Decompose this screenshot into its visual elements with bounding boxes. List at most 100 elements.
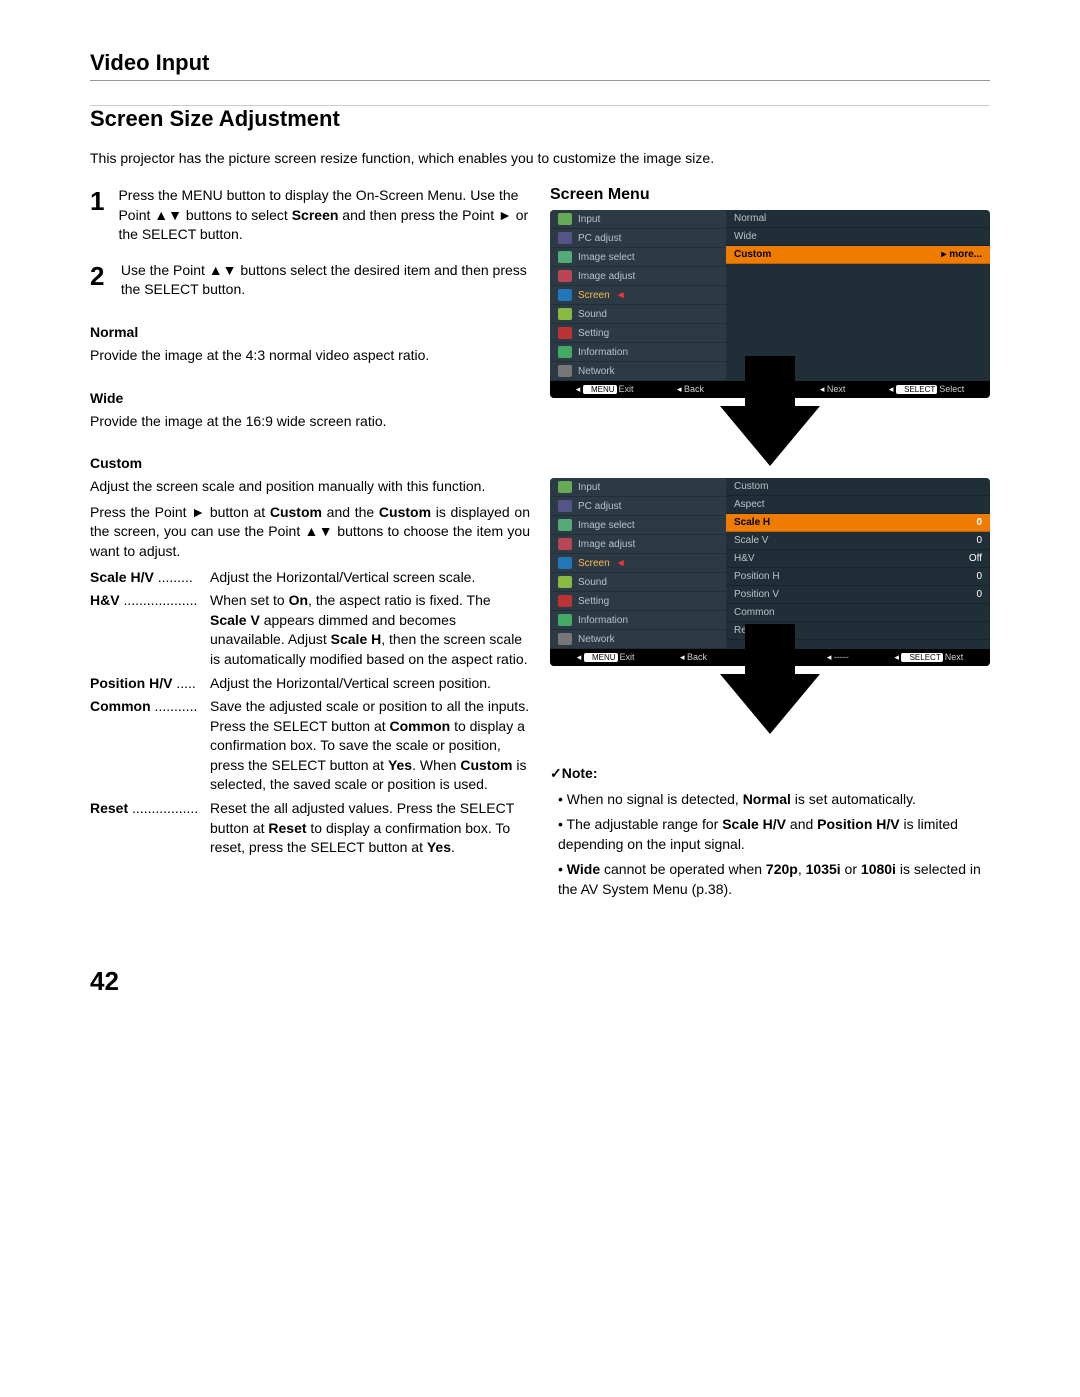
submenu-value: 0 bbox=[976, 589, 982, 600]
submenu-item: Aspect bbox=[726, 496, 990, 514]
menu-item: Setting bbox=[550, 592, 726, 611]
submenu-item: Custom bbox=[726, 478, 990, 496]
note-item: The adjustable range for Scale H/V and P… bbox=[558, 815, 990, 854]
menu-label: Network bbox=[578, 366, 615, 377]
menu-icon bbox=[558, 538, 572, 550]
menu-label: Input bbox=[578, 482, 600, 493]
menu-item: Image select bbox=[550, 516, 726, 535]
menu-item: Information bbox=[550, 611, 726, 630]
menu-label: Setting bbox=[578, 328, 609, 339]
submenu-label: Common bbox=[734, 607, 775, 618]
submenu-label: Position H bbox=[734, 571, 780, 582]
submenu-item: Position V0 bbox=[726, 586, 990, 604]
submenu-label: Aspect bbox=[734, 499, 765, 510]
down-arrow-icon bbox=[720, 674, 820, 734]
intro-text: This projector has the picture screen re… bbox=[90, 150, 990, 166]
submenu-label: Normal bbox=[734, 213, 766, 224]
submenu-value: Off bbox=[969, 553, 982, 564]
step-number: 1 bbox=[90, 186, 104, 245]
menu-icon bbox=[558, 500, 572, 512]
right-column: Screen Menu Input PC adjust Image select Im… bbox=[550, 186, 990, 906]
footer-hint: MENUExit bbox=[576, 384, 634, 395]
menu-item: Screen ◄ bbox=[550, 286, 726, 305]
menu-item: Setting bbox=[550, 324, 726, 343]
wide-text: Provide the image at the 16:9 wide scree… bbox=[90, 412, 530, 432]
menu-item: Image adjust bbox=[550, 535, 726, 554]
menu-item: Input bbox=[550, 478, 726, 497]
step: 2Use the Point ▲▼ buttons select the des… bbox=[90, 261, 530, 300]
menu-label: Image select bbox=[578, 252, 635, 263]
menu-item: Image adjust bbox=[550, 267, 726, 286]
footer-hint: Back bbox=[677, 384, 704, 395]
page-title: Screen Size Adjustment bbox=[90, 106, 990, 132]
submenu-label: Wide bbox=[734, 231, 757, 242]
normal-heading: Normal bbox=[90, 324, 530, 340]
footer-hint: SELECTSelect bbox=[889, 384, 964, 395]
menu-label: Sound bbox=[578, 309, 607, 320]
submenu-item: Normal bbox=[726, 210, 990, 228]
menu-item: Input bbox=[550, 210, 726, 229]
menu-icon bbox=[558, 365, 572, 377]
menu-label: Sound bbox=[578, 577, 607, 588]
menu-label: Screen bbox=[578, 290, 610, 301]
submenu-item: Position H 0 bbox=[726, 568, 990, 586]
menu-icon bbox=[558, 633, 572, 645]
menu-item: PC adjust bbox=[550, 229, 726, 248]
submenu-label: Scale V bbox=[734, 535, 768, 546]
footer-hint: Back bbox=[680, 652, 707, 663]
menu-icon bbox=[558, 232, 572, 244]
definition-row: Position H/V .....Adjust the Horizontal/… bbox=[90, 674, 530, 694]
menu-icon bbox=[558, 576, 572, 588]
step-text: Press the MENU button to display the On-… bbox=[118, 186, 530, 245]
submenu-label: H&V bbox=[734, 553, 755, 564]
wide-heading: Wide bbox=[90, 390, 530, 406]
menu-item: Sound bbox=[550, 573, 726, 592]
note-block: ✓Note: When no signal is detected, Norma… bbox=[550, 764, 990, 900]
menu-icon bbox=[558, 251, 572, 263]
selection-arrow-icon: ◄ bbox=[616, 290, 626, 301]
menu-item: Information bbox=[550, 343, 726, 362]
screen-menu-title: Screen Menu bbox=[550, 186, 990, 204]
footer-hint: MENUExit bbox=[577, 652, 635, 663]
page-header: Video Input bbox=[90, 50, 990, 81]
menu-item: Screen◄ bbox=[550, 554, 726, 573]
left-column: 1Press the MENU button to display the On… bbox=[90, 186, 530, 906]
menu-label: Image adjust bbox=[578, 539, 635, 550]
menu-icon bbox=[558, 346, 572, 358]
menu-item: Sound bbox=[550, 305, 726, 324]
definition-term: Scale H/V ......... bbox=[90, 568, 210, 588]
menu-icon bbox=[558, 481, 572, 493]
menu-label: Information bbox=[578, 615, 628, 626]
submenu-item: Scale H0 bbox=[726, 514, 990, 532]
footer-hint: SELECTNext bbox=[894, 652, 963, 663]
submenu-value: 0 bbox=[976, 517, 982, 528]
footer-hint: ----- bbox=[827, 652, 849, 663]
submenu-item: Wide bbox=[726, 228, 990, 246]
submenu-label: Custom bbox=[734, 481, 768, 492]
normal-text: Provide the image at the 4:3 normal vide… bbox=[90, 346, 530, 366]
step-number: 2 bbox=[90, 261, 107, 300]
menu-label: PC adjust bbox=[578, 233, 621, 244]
menu-item: Network bbox=[550, 630, 726, 649]
definition-term: Reset ................. bbox=[90, 799, 210, 858]
menu-label: Network bbox=[578, 634, 615, 645]
submenu-item: H&V Off bbox=[726, 550, 990, 568]
note-item: Wide cannot be operated when 720p, 1035i… bbox=[558, 860, 990, 899]
header-title: Video Input bbox=[90, 50, 990, 76]
submenu-value: 0 bbox=[976, 535, 982, 546]
submenu-item: Scale V 0 bbox=[726, 532, 990, 550]
menu-label: Setting bbox=[578, 596, 609, 607]
submenu-label: Custom bbox=[734, 249, 771, 260]
menu-icon bbox=[558, 289, 572, 301]
definition-row: Scale H/V .........Adjust the Horizontal… bbox=[90, 568, 530, 588]
menu-label: Input bbox=[578, 214, 600, 225]
definition-row: Reset .................Reset the all adj… bbox=[90, 799, 530, 858]
submenu-value: 0 bbox=[976, 571, 982, 582]
footer-hint: Next bbox=[820, 384, 846, 395]
menu-label: Image adjust bbox=[578, 271, 635, 282]
definition-desc: Adjust the Horizontal/Vertical screen po… bbox=[210, 674, 530, 694]
submenu-item: Custom▸ more... bbox=[726, 246, 990, 264]
definition-term: Common ........... bbox=[90, 697, 210, 795]
custom-heading: Custom bbox=[90, 455, 530, 471]
definition-desc: Save the adjusted scale or position to a… bbox=[210, 697, 530, 795]
